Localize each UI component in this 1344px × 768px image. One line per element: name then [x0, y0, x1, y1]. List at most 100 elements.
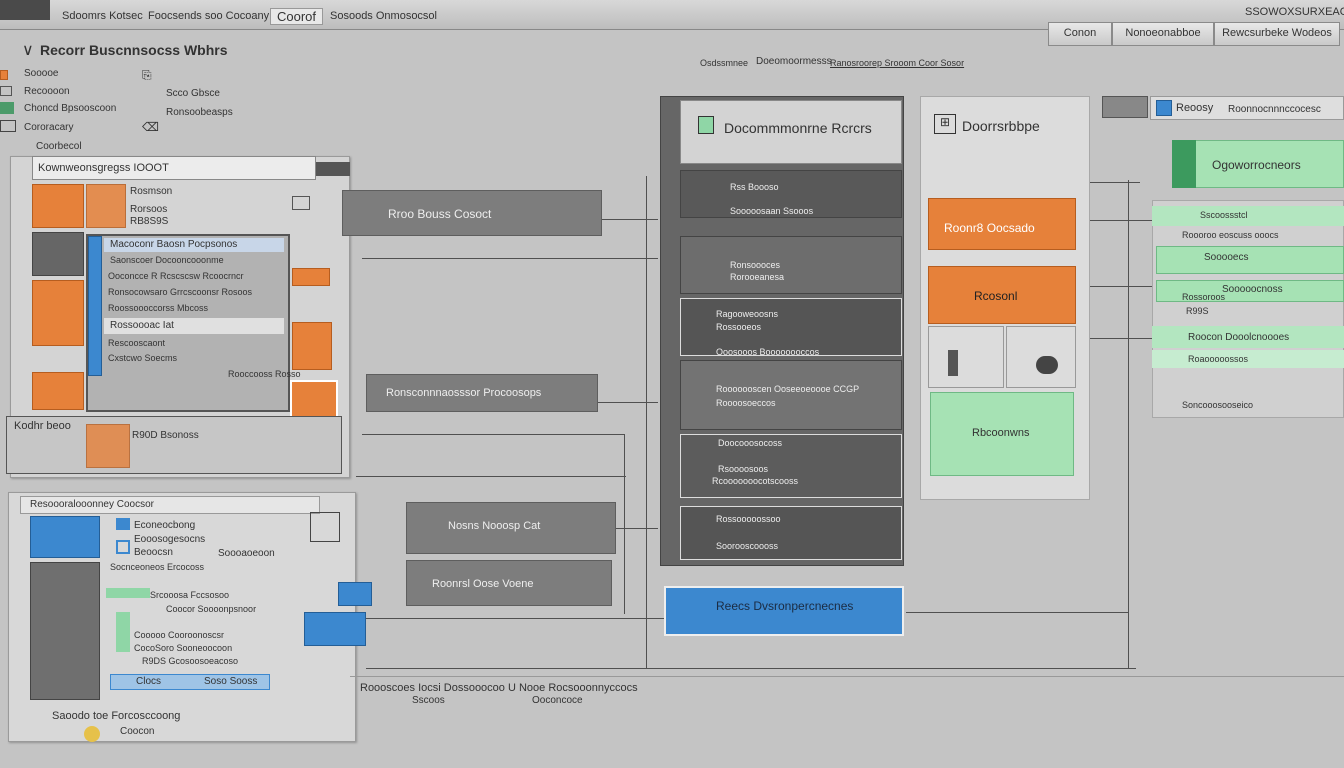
- lower-status-2: Coocon: [120, 726, 155, 737]
- doc-row-4[interactable]: [680, 360, 902, 430]
- lower-item-10[interactable]: R9DS Gcosoosoeacoso: [142, 656, 238, 666]
- far-right-row-1[interactable]: [1152, 206, 1344, 226]
- list-line-3: RB8S9S: [130, 216, 169, 227]
- nested-row-5-label[interactable]: Roossoooccorss Mbcoss: [108, 303, 208, 313]
- lower-left-title: Resoooralooonney Coocsor: [30, 499, 154, 510]
- right-panel-slot-handle[interactable]: [948, 350, 958, 376]
- right-panel-toggle-icon[interactable]: [1036, 356, 1058, 374]
- connector-line: [356, 476, 626, 477]
- lower-item-9[interactable]: CocoSoro Sooneoocoon: [134, 643, 232, 653]
- far-right-header-label: Reoosy: [1176, 102, 1214, 114]
- lower-bottom-bar-label2[interactable]: Soso Sooss: [204, 676, 257, 687]
- connector-line: [906, 612, 1128, 613]
- nested-row-8-label[interactable]: Cxstcwo Soecms: [108, 353, 177, 363]
- doc-panel-title: Docommmonrne Rcrcrs: [724, 120, 872, 136]
- mini-item-1[interactable]: Scco Gbsce: [166, 88, 220, 99]
- left-panel-chevron-icon[interactable]: ∨: [22, 40, 34, 60]
- breadcrumb-item-2[interactable]: Doeomoormesss: [756, 56, 832, 67]
- lower-item-1[interactable]: Econeocbong: [134, 520, 195, 531]
- nested-row-9-label[interactable]: Rooccooss Rosso: [228, 369, 301, 379]
- connector-box-2-label: Ronsconnnaosssor Procoosops: [386, 387, 542, 399]
- lower-bottom-bar-label1[interactable]: Clocs: [136, 676, 161, 687]
- lower-item-8[interactable]: Cooooo Cooroonoscsr: [134, 630, 224, 640]
- swatch-6: [86, 184, 126, 228]
- nav-item-1[interactable]: Sooooe: [24, 68, 58, 79]
- right-panel-title: Doorrsrbbpe: [962, 118, 1040, 134]
- menu-item-3[interactable]: Coorof: [270, 8, 324, 25]
- lower-left-blue-block: [30, 516, 100, 558]
- list-scroll-icon[interactable]: [292, 196, 310, 210]
- connector-blue-1[interactable]: [338, 582, 372, 606]
- far-right-row-6-label[interactable]: R99S: [1186, 306, 1209, 316]
- menu-item-2[interactable]: Foocsends soo Cocoany: [148, 10, 269, 22]
- far-right-green-header-label: Ogoworrocneors: [1212, 158, 1301, 172]
- swatch-4: [32, 372, 84, 410]
- breadcrumb-item-1[interactable]: Osdssmnee: [700, 58, 748, 68]
- far-right-row-8-label: Roaooooossos: [1188, 354, 1249, 364]
- nested-row-2-label[interactable]: Saonscoer Docooncooonme: [110, 255, 224, 265]
- lower-item-5[interactable]: Socnceoneos Ercocoss: [110, 562, 204, 572]
- nested-panel-bar: [88, 236, 102, 376]
- status-sub-1: Sscoos: [412, 695, 445, 706]
- nav-item-3[interactable]: Choncd Bpsooscoon: [24, 103, 116, 114]
- menu-item-4[interactable]: Sosoods Onmosocsol: [330, 10, 437, 22]
- lower-item-3[interactable]: Beoocsn: [134, 547, 173, 558]
- connector-line: [602, 219, 658, 220]
- far-right-row-3[interactable]: [1156, 246, 1344, 274]
- connector-line: [366, 668, 1136, 669]
- right-green-button-label: Rbcoonwns: [972, 427, 1030, 439]
- far-right-row-5-label[interactable]: Rossoroos: [1182, 292, 1225, 302]
- nested-row-3-label[interactable]: Ooconcce R Rcscscsw Rcoocrncr: [108, 271, 244, 281]
- connector-line: [624, 434, 625, 614]
- connector-box-3-label: Nosns Nooosp Cat: [448, 520, 541, 532]
- connector-blue-2[interactable]: [304, 612, 366, 646]
- lower-item-4[interactable]: Soooaoeoon: [218, 548, 275, 559]
- doc-row-3-line1: Ragooweoosns: [716, 309, 779, 319]
- connector-line: [1088, 182, 1140, 183]
- swatch-2: [32, 232, 84, 276]
- lower-status-icon: [84, 726, 100, 742]
- lower-left-switch[interactable]: [310, 512, 340, 542]
- mini-icon-1[interactable]: ⎘: [142, 68, 152, 83]
- nav-item-5[interactable]: Coorbecol: [36, 141, 82, 152]
- mini-item-2[interactable]: Ronsoobeasps: [166, 107, 233, 118]
- app-icon[interactable]: [0, 0, 50, 20]
- lower-item-6[interactable]: Srcooosa Fccsosoo: [150, 590, 229, 600]
- doc-row-6[interactable]: [680, 506, 902, 560]
- far-right-row-1-label: Sscoossstcl: [1200, 210, 1248, 220]
- toolbar-button-1[interactable]: Conon: [1048, 22, 1112, 46]
- lower-item-2[interactable]: Eooosogesocns: [134, 534, 205, 545]
- right-panel-slot-1: [928, 326, 1004, 388]
- nested-row-4-label[interactable]: Ronsocowsaro Grrcscoonsr Rosoos: [108, 287, 252, 297]
- connector-line: [646, 176, 647, 668]
- nav-item-4[interactable]: Cororacary: [24, 122, 73, 133]
- breadcrumb-item-3[interactable]: Ranosroorep Srooom Coor Sosor: [830, 58, 964, 68]
- menu-item-1[interactable]: Sdoomrs Kotsec: [62, 10, 143, 22]
- doc-row-6-line1: Rossooooossoo: [716, 514, 781, 524]
- connector-line: [362, 258, 658, 259]
- list-line-1: Rosmson: [130, 186, 173, 197]
- right-panel-icon: ⊞: [934, 114, 956, 134]
- swatch-1: [32, 184, 84, 228]
- far-right-icon-small[interactable]: [1102, 96, 1148, 118]
- lower-item-7[interactable]: Coocor Soooonpsnoor: [166, 604, 256, 614]
- far-right-header-label2: Roonnocnnnccocesc: [1228, 104, 1321, 115]
- connector-box-1-label: Rroo Bouss Cosoct: [388, 207, 492, 221]
- list-panel-header-icon[interactable]: [316, 162, 350, 176]
- connector-line: [362, 434, 624, 435]
- connector-line: [1128, 180, 1129, 668]
- toolbar-button-3[interactable]: Rewcsurbeke Wodeos: [1214, 22, 1340, 46]
- nested-row-7-label[interactable]: Rescooscaont: [108, 338, 165, 348]
- far-right-row-2-label[interactable]: Roooroo eoscuss ooocs: [1182, 230, 1279, 240]
- nav-icon-gray: [0, 86, 12, 96]
- toolbar-button-2[interactable]: Nonoeonabboe: [1112, 22, 1214, 46]
- doc-row-3-line3: Ooosooos Boooooooccos: [716, 347, 820, 357]
- doc-row-5-line2: Rsoooosoos: [718, 464, 769, 474]
- mini-icon-2[interactable]: ⌫: [142, 120, 159, 134]
- nav-item-2[interactable]: Recoooon: [24, 86, 70, 97]
- doc-row-5[interactable]: [680, 434, 902, 498]
- doc-row-2[interactable]: [680, 236, 902, 294]
- side-orange-1: [292, 268, 330, 286]
- connector-line: [366, 618, 666, 619]
- list-footer-right: R90D Bsonoss: [132, 430, 199, 441]
